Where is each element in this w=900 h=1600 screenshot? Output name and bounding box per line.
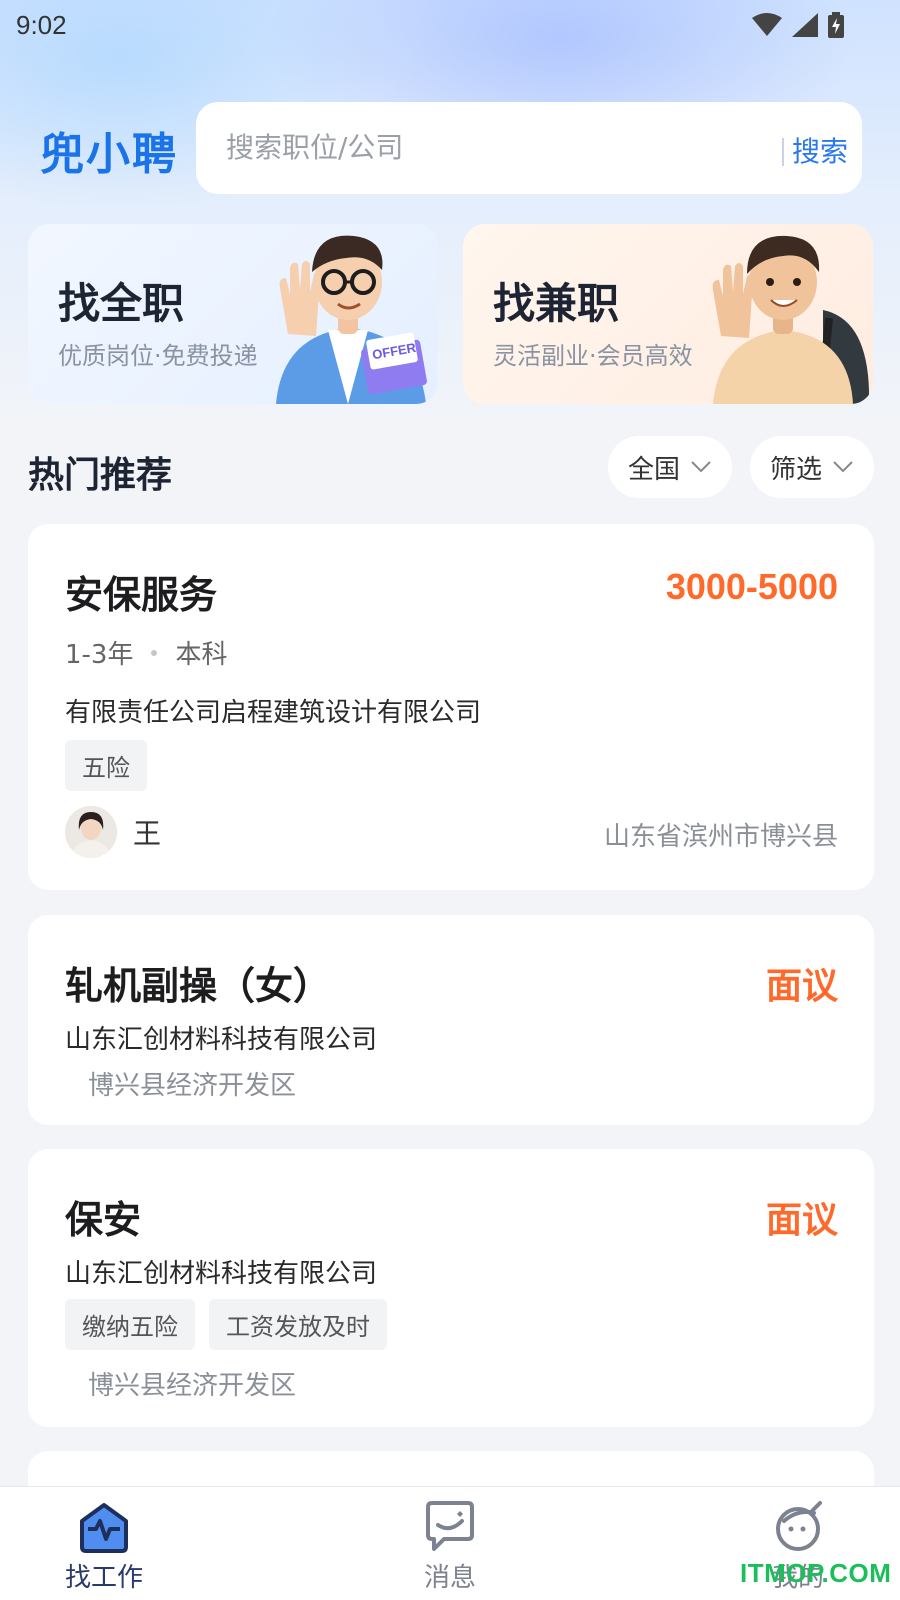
search-input[interactable]: 搜索职位/公司 bbox=[226, 126, 403, 166]
part-time-title: 找兼职 bbox=[493, 279, 620, 328]
app-logo: 兜小聘 bbox=[40, 129, 178, 180]
job-requirements: 1-3年 本科 bbox=[65, 634, 227, 671]
job-card[interactable]: 安保服务 3000-5000 1-3年 本科 有限责任公司启程建筑设计有限公司 … bbox=[28, 524, 874, 890]
job-company: 有限责任公司启程建筑设计有限公司 bbox=[65, 698, 482, 728]
job-salary: 3000-5000 bbox=[665, 566, 838, 607]
nav-find-jobs[interactable]: 找工作 bbox=[24, 1499, 184, 1594]
search-button[interactable]: 搜索 bbox=[792, 130, 848, 170]
briefcase-icon bbox=[80, 1503, 128, 1553]
search-divider bbox=[782, 138, 784, 166]
wifi-icon bbox=[752, 13, 782, 36]
job-experience: 1-3年 bbox=[65, 640, 134, 670]
job-company: 山东汇创材料科技有限公司 bbox=[65, 1259, 378, 1289]
job-tags: 五险 bbox=[65, 740, 147, 791]
status-bar: 9:02 bbox=[0, 0, 900, 50]
job-title: 安保服务 bbox=[65, 573, 218, 617]
job-location: 山东省滨州市博兴县 bbox=[603, 822, 838, 852]
message-icon bbox=[426, 1501, 474, 1551]
status-icons bbox=[752, 12, 844, 38]
signal-icon bbox=[792, 13, 818, 37]
job-education: 本科 bbox=[175, 640, 228, 670]
job-title: 保安 bbox=[65, 1198, 142, 1242]
full-time-title: 找全职 bbox=[58, 279, 185, 328]
job-card[interactable]: 轧机副操（女） 面议 山东汇创材料科技有限公司 博兴县经济开发区 bbox=[28, 915, 874, 1125]
recruiter-name: 王 bbox=[133, 817, 162, 850]
part-time-subtitle: 灵活副业·会员高效 bbox=[493, 342, 693, 370]
recruiter: 王 bbox=[65, 806, 161, 858]
job-salary: 面议 bbox=[765, 965, 838, 1006]
job-company: 山东汇创材料科技有限公司 bbox=[65, 1025, 378, 1055]
nav-messages-label: 消息 bbox=[423, 1563, 476, 1593]
job-tag: 五险 bbox=[65, 740, 147, 791]
part-time-illustration bbox=[712, 235, 870, 404]
profile-icon bbox=[776, 1501, 822, 1551]
job-tag: 缴纳五险 bbox=[65, 1299, 195, 1350]
chevron-down-icon bbox=[833, 461, 853, 473]
status-time: 9:02 bbox=[16, 10, 67, 40]
region-filter-label: 全国 bbox=[628, 454, 681, 485]
battery-icon bbox=[828, 12, 844, 38]
job-tags: 缴纳五险 工资发放及时 bbox=[65, 1299, 387, 1350]
job-salary: 面议 bbox=[765, 1199, 838, 1240]
hot-recommend-title: 热门推荐 bbox=[28, 455, 173, 496]
nav-find-jobs-label: 找工作 bbox=[64, 1563, 143, 1593]
job-location: 博兴县经济开发区 bbox=[88, 1071, 297, 1101]
screen-filter-label: 筛选 bbox=[770, 454, 823, 485]
full-time-subtitle: 优质岗位·免费投递 bbox=[58, 342, 258, 370]
chevron-down-icon bbox=[691, 461, 711, 473]
full-time-card[interactable]: 找全职 优质岗位·免费投递 OFFER bbox=[28, 224, 438, 404]
job-location: 博兴县经济开发区 bbox=[88, 1371, 297, 1401]
job-tag: 工资发放及时 bbox=[209, 1299, 387, 1350]
job-title: 轧机副操（女） bbox=[65, 964, 332, 1008]
nav-messages[interactable]: 消息 bbox=[370, 1499, 530, 1594]
job-card[interactable]: 保安 面议 山东汇创材料科技有限公司 缴纳五险 工资发放及时 博兴县经济开发区 bbox=[28, 1149, 874, 1427]
site-watermark: ITMOP.COM bbox=[740, 1558, 892, 1588]
avatar bbox=[65, 806, 117, 858]
part-time-card[interactable]: 找兼职 灵活副业·会员高效 bbox=[463, 224, 873, 404]
meta-separator bbox=[151, 649, 158, 656]
search-bar[interactable]: 搜索职位/公司 搜索 bbox=[196, 102, 862, 194]
region-filter[interactable]: 全国 bbox=[608, 436, 732, 498]
screen-filter[interactable]: 筛选 bbox=[750, 436, 874, 498]
full-time-illustration: OFFER bbox=[276, 235, 427, 404]
